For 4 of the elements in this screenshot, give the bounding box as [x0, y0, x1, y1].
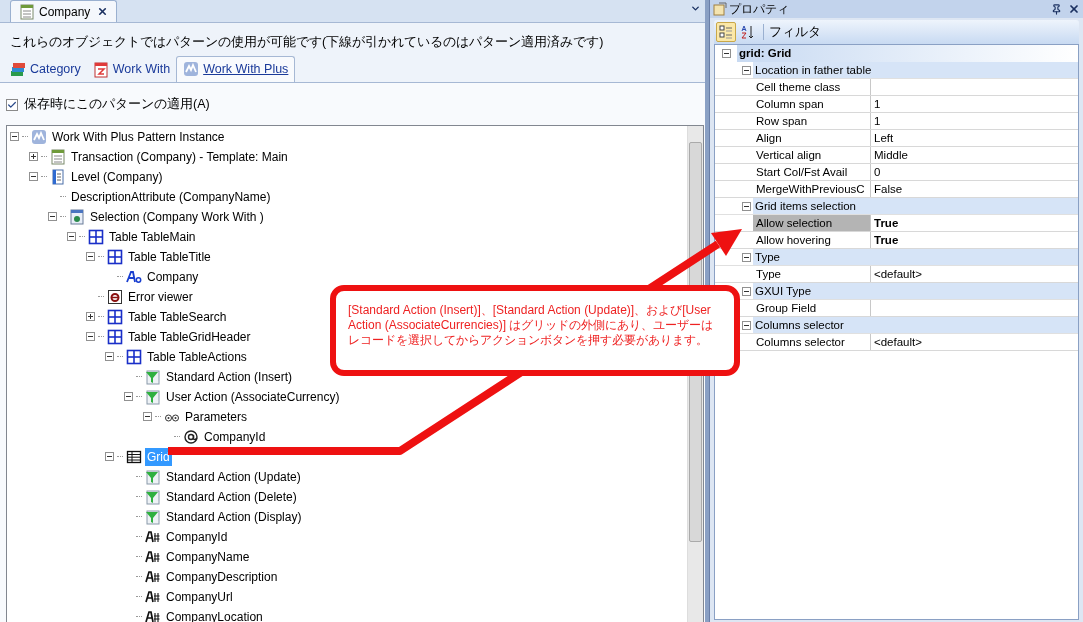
callout-text: [Standard Action (Insert)]、[Standard Action (Update)]、および[User Action (AssociateCurrencies)] はグリッドの外側にあり、ユーザーはレコードを選択してからアクションボタンを押す必要があります。	[348, 303, 715, 348]
description-text: これらのオブジェクトではパターンの使用が可能です(下線が引かれているのはパターン適用済みです)	[10, 34, 605, 51]
panel-title: プロパティ	[729, 1, 789, 18]
checkbox-label: 保存時にこのパターンの適用(A)	[24, 96, 210, 114]
